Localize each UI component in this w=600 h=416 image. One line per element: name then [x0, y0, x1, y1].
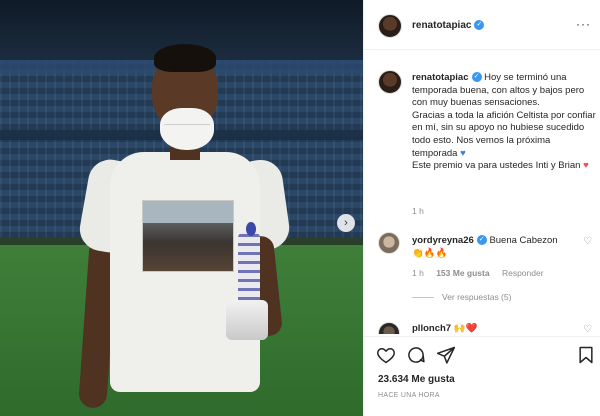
comment-like-icon[interactable]: ♡ [583, 236, 592, 247]
author-username[interactable]: renatotapiac ✓ [412, 20, 485, 31]
verified-badge-icon: ✓ [474, 20, 485, 31]
more-options-icon[interactable]: ··· [576, 17, 591, 31]
heart-outline-icon[interactable] [376, 345, 396, 365]
next-photo-button[interactable]: › [337, 214, 355, 232]
red-heart-icon: ♥ [583, 160, 589, 172]
post-photo[interactable]: › [0, 0, 363, 416]
caption-body-2: Este premio va para ustedes Inti y Brian [412, 160, 581, 172]
comment-likes[interactable]: 153 Me gusta [436, 268, 489, 278]
face-mask [160, 108, 214, 150]
tshirt-print-sky [143, 201, 233, 223]
comment-icon[interactable] [406, 345, 426, 365]
comment-emojis: 👏🔥🔥 [412, 247, 448, 259]
verified-badge-icon: ✓ [471, 72, 482, 83]
verified-badge-icon: ✓ [476, 235, 487, 246]
instagram-post: › renatotapiac ✓ ··· renatotapiac ✓ Hoy se… [0, 0, 600, 416]
likes-count[interactable]: 23.634 Me gusta [378, 374, 455, 385]
post-details-panel: renatotapiac ✓ ··· renatotapiac ✓ Hoy se t… [363, 0, 600, 416]
player-figure [0, 0, 363, 416]
view-replies-label[interactable]: Ver respuestas (5) [442, 292, 511, 302]
caption-avatar[interactable] [378, 70, 402, 94]
comment-body: 🙌❤️ [453, 323, 478, 334]
face-mask-seam [164, 124, 210, 125]
trophy-base [226, 300, 268, 340]
caption-username[interactable]: renatotapiac [412, 72, 469, 83]
blue-heart-icon: ♥ [460, 147, 466, 159]
comment-username[interactable]: yordyreyna26 [412, 235, 474, 246]
chevron-right-icon: › [344, 217, 348, 229]
share-icon[interactable] [436, 345, 456, 365]
player-hair [154, 44, 216, 72]
comment-time[interactable]: 1 h [412, 268, 424, 278]
author-username-text[interactable]: renatotapiac [412, 20, 471, 31]
post-header: renatotapiac ✓ ··· [364, 0, 600, 50]
comment-text: pllonch7 🙌❤️ [412, 323, 477, 334]
post-actions: 23.634 Me gusta HACE UNA HORA [364, 336, 600, 416]
view-replies-button[interactable]: Ver respuestas (5) [412, 292, 511, 302]
replies-divider [412, 297, 434, 299]
trophy [238, 232, 260, 306]
comment-meta: 1 h 153 Me gusta Responder [412, 268, 554, 278]
comment-like-icon[interactable]: ♡ [583, 324, 592, 335]
caption-text: renatotapiac ✓ Hoy se terminó una tempora… [412, 72, 598, 173]
comment-username[interactable]: pllonch7 [412, 323, 451, 334]
comment-body: Buena Cabezon [489, 235, 558, 246]
caption-body: Hoy se terminó una temporada buena, con … [412, 72, 596, 159]
post-time-ago[interactable]: HACE UNA HORA [378, 392, 440, 399]
comment-avatar[interactable] [378, 322, 400, 334]
comment-text: yordyreyna26 ✓ Buena Cabezon 👏🔥🔥 [412, 235, 558, 260]
trophy-top [246, 222, 256, 236]
reply-button[interactable]: Responder [502, 268, 544, 278]
comment-avatar[interactable] [378, 232, 400, 254]
caption-time[interactable]: 1 h [412, 206, 424, 216]
bookmark-icon[interactable] [576, 345, 596, 365]
comment-item: pllonch7 🙌❤️ [378, 320, 598, 334]
author-avatar[interactable] [378, 14, 402, 38]
